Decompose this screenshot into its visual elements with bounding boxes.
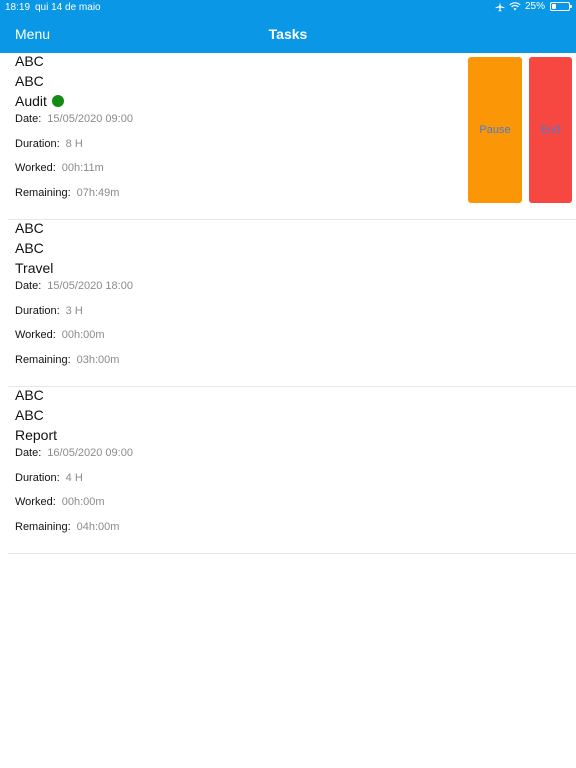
task-type-label: Report (15, 427, 58, 443)
task-date-row: Date: 15/05/2020 09:00 (15, 113, 133, 125)
worked-label: Worked: (15, 496, 56, 508)
status-date: qui 14 de maio (35, 2, 101, 13)
date-label: Date: (15, 113, 42, 125)
remaining-value: 07h:49m (76, 187, 120, 199)
task-type: Travel (15, 260, 53, 276)
remaining-value: 04h:00m (76, 521, 120, 533)
end-button[interactable]: End (529, 57, 572, 203)
date-value: 16/05/2020 09:00 (47, 447, 133, 459)
task-client: ABC (15, 387, 44, 403)
task-type: Audit (15, 93, 64, 109)
pause-button[interactable]: Pause (468, 57, 522, 203)
active-status-dot-icon (51, 95, 64, 107)
date-value: 15/05/2020 18:00 (47, 280, 133, 292)
status-right: 25% (495, 1, 572, 12)
battery-icon (550, 2, 572, 11)
wifi-icon (509, 2, 521, 11)
task-worked-row: Worked: 00h:00m (15, 329, 105, 341)
worked-value: 00h:00m (61, 496, 105, 508)
task-duration-row: Duration: 4 H (15, 472, 83, 484)
status-time: 18:19 (5, 2, 31, 13)
task-list: ABC ABC Audit Date: 15/05/2020 09:00 Dura… (0, 53, 576, 554)
date-label: Date: (15, 280, 42, 292)
remaining-value: 03h:00m (76, 354, 120, 366)
task-remaining-row: Remaining: 07h:49m (15, 187, 119, 199)
task-remaining-row: Remaining: 04h:00m (15, 521, 119, 533)
airplane-icon (495, 2, 505, 11)
duration-value: 3 H (65, 305, 83, 317)
remaining-label: Remaining: (15, 354, 71, 366)
task-project: ABC (15, 407, 44, 423)
task-client: ABC (15, 220, 44, 236)
remaining-label: Remaining: (15, 187, 71, 199)
task-row[interactable]: ABC ABC Travel Date: 15/05/2020 18:00 Dur… (8, 220, 576, 387)
remaining-label: Remaining: (15, 521, 71, 533)
date-value: 15/05/2020 09:00 (47, 113, 133, 125)
task-type-label: Travel (15, 260, 54, 276)
task-worked-row: Worked: 00h:11m (15, 162, 104, 174)
navigation-bar: 18:19 qui 14 de maio 25% Menu Tasks (0, 0, 576, 53)
status-bar: 18:19 qui 14 de maio 25% (0, 0, 576, 16)
task-date-row: Date: 16/05/2020 09:00 (15, 447, 133, 459)
task-duration-row: Duration: 8 H (15, 138, 83, 150)
task-client: ABC (15, 53, 44, 69)
task-type: Report (15, 427, 57, 443)
date-label: Date: (15, 447, 42, 459)
duration-label: Duration: (15, 305, 60, 317)
task-row[interactable]: ABC ABC Audit Date: 15/05/2020 09:00 Dura… (8, 53, 576, 220)
task-project: ABC (15, 240, 44, 256)
task-worked-row: Worked: 00h:00m (15, 496, 105, 508)
worked-value: 00h:00m (61, 329, 105, 341)
duration-value: 4 H (65, 472, 83, 484)
task-duration-row: Duration: 3 H (15, 305, 83, 317)
task-project: ABC (15, 73, 44, 89)
task-remaining-row: Remaining: 03h:00m (15, 354, 119, 366)
page-title: Tasks (268, 26, 308, 42)
worked-value: 00h:11m (61, 162, 104, 174)
task-row[interactable]: ABC ABC Report Date: 16/05/2020 09:00 Dur… (8, 387, 576, 554)
worked-label: Worked: (15, 162, 56, 174)
worked-label: Worked: (15, 329, 56, 341)
duration-label: Duration: (15, 472, 60, 484)
duration-value: 8 H (65, 138, 83, 150)
duration-label: Duration: (15, 138, 60, 150)
battery-percent: 25% (524, 1, 545, 12)
task-date-row: Date: 15/05/2020 18:00 (15, 280, 133, 292)
task-type-label: Audit (15, 93, 47, 109)
